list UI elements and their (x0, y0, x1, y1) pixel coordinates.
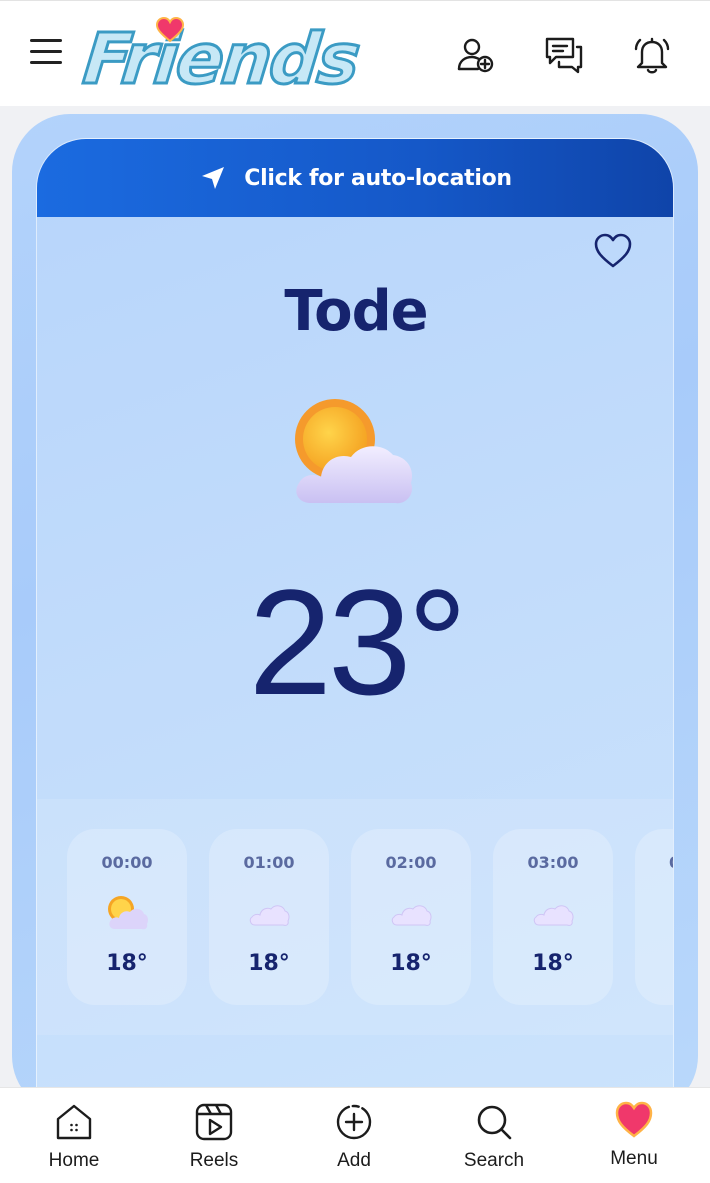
weather-card: Click for auto-location Tode 23° 00:00 1… (36, 138, 674, 1098)
hour-time: 0 (635, 853, 673, 872)
nav-menu[interactable]: Menu (574, 1088, 694, 1183)
hour-card-partial[interactable]: 0 (635, 829, 673, 1005)
reels-icon (195, 1103, 233, 1141)
top-app-bar: Friends (0, 0, 710, 106)
hour-temp: 18° (532, 951, 574, 976)
bottom-navigation: Home Reels Add Search Menu (0, 1087, 710, 1183)
current-temperature: 23° (248, 558, 468, 726)
auto-location-label: Click for auto-location (244, 165, 512, 191)
nav-home[interactable]: Home (14, 1088, 134, 1183)
nav-reels[interactable]: Reels (154, 1088, 274, 1183)
favorite-heart-icon[interactable] (593, 231, 633, 271)
hour-temp: 18° (248, 951, 290, 976)
hour-time: 00:00 (101, 853, 153, 872)
hour-card[interactable]: 01:00 18° (209, 829, 329, 1005)
logo-heart-icon (156, 17, 184, 43)
search-icon (477, 1105, 512, 1140)
navigation-arrow-icon (202, 167, 225, 189)
menu-icon[interactable] (30, 39, 66, 69)
add-icon (336, 1104, 372, 1140)
logo-text: Friends (78, 17, 363, 102)
nav-label: Add (337, 1150, 371, 1171)
hour-temp: 18° (390, 951, 432, 976)
heart-icon (615, 1101, 653, 1138)
city-name: Tode (284, 279, 428, 344)
hour-time: 02:00 (385, 853, 437, 872)
messages-icon[interactable] (544, 35, 584, 75)
hour-card[interactable]: 02:00 18° (351, 829, 471, 1005)
hour-temp: 18° (106, 951, 148, 976)
hour-time: 01:00 (243, 853, 295, 872)
cloud-icon (391, 905, 432, 926)
cloud-icon (249, 905, 290, 926)
nav-label: Home (48, 1150, 100, 1171)
nav-add[interactable]: Add (294, 1088, 414, 1183)
partly-cloudy-icon (108, 896, 148, 930)
hour-card[interactable]: 00:00 18° (67, 829, 187, 1005)
nav-label: Search (463, 1150, 525, 1171)
nav-label: Menu (610, 1148, 658, 1169)
app-logo[interactable]: Friends (78, 15, 363, 102)
add-friend-icon[interactable] (456, 35, 496, 75)
auto-location-button[interactable]: Click for auto-location (37, 139, 673, 217)
cloud-icon (533, 905, 574, 926)
home-icon (56, 1104, 92, 1140)
notifications-icon[interactable] (632, 35, 672, 75)
hour-time: 03:00 (527, 853, 579, 872)
partly-cloudy-icon (295, 399, 413, 504)
hour-card[interactable]: 03:00 18° (493, 829, 613, 1005)
nav-label: Reels (189, 1150, 239, 1171)
nav-search[interactable]: Search (434, 1088, 554, 1183)
hourly-forecast[interactable]: 00:00 18° 01:00 18° 02:00 18° 03:00 18° (37, 799, 673, 1035)
